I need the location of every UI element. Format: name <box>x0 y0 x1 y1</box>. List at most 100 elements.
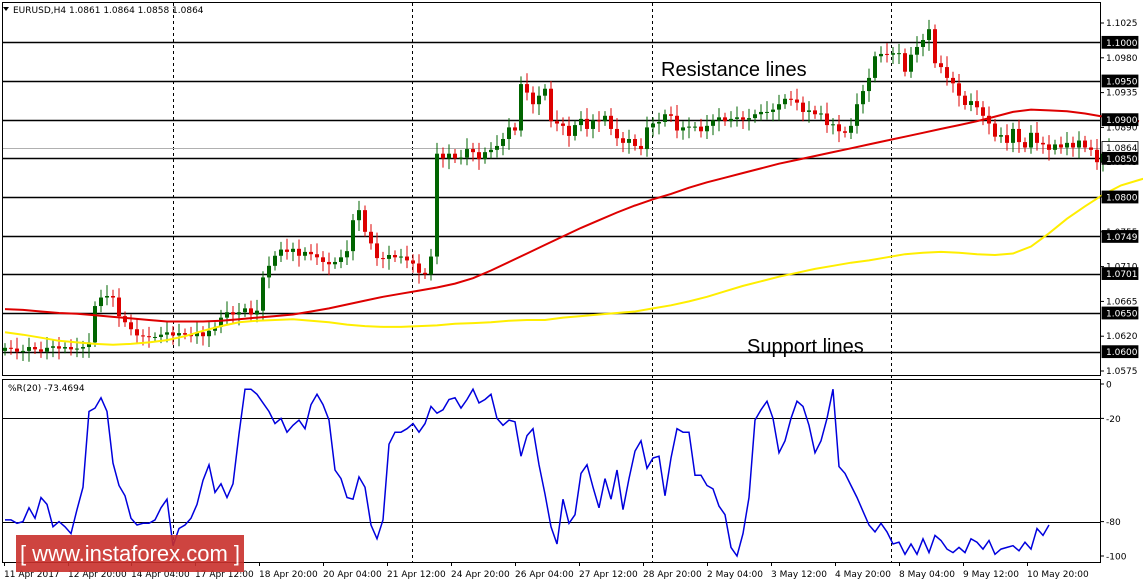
candle-body <box>915 46 919 55</box>
candle-body <box>153 336 157 338</box>
price-tick-label: 1.0665 <box>1106 297 1138 307</box>
candle-body <box>795 99 799 103</box>
time-tick-label: 24 Apr 20:00 <box>451 570 510 580</box>
candle-body <box>3 347 7 351</box>
price-level-label: 1.1000 <box>1106 39 1138 49</box>
candle-body <box>237 312 241 315</box>
candle-body <box>603 115 607 122</box>
candle-body <box>435 153 439 257</box>
candle-body <box>951 77 955 84</box>
candle-body <box>591 120 595 129</box>
candle-body <box>765 111 769 113</box>
candle-body <box>105 295 109 298</box>
candle-body <box>945 67 949 78</box>
candle-body <box>1083 140 1087 148</box>
candle-body <box>777 104 781 110</box>
candle-body <box>273 255 277 266</box>
candle-body <box>471 149 475 153</box>
candle-body <box>381 258 385 260</box>
watermark-logo[interactable]: [ www.instaforex.com ] <box>16 535 244 572</box>
candle-body <box>1035 132 1039 143</box>
price-tick-label: 1.0935 <box>1106 89 1138 99</box>
candle-body <box>387 255 391 259</box>
candle-body <box>669 114 673 116</box>
candle-body <box>807 110 811 112</box>
candle-body <box>615 128 619 139</box>
candle-body <box>597 120 601 122</box>
candle-body <box>165 332 169 335</box>
candle-body <box>819 113 823 115</box>
candle-body <box>573 125 577 136</box>
candle-body <box>147 336 151 338</box>
support-annotation: Support lines <box>747 336 864 358</box>
candle-body <box>993 123 997 137</box>
candle-body <box>51 346 55 348</box>
candle-body <box>333 261 337 265</box>
price-level-label: 1.0850 <box>1106 155 1138 165</box>
candle-body <box>231 312 235 315</box>
candle-body <box>141 335 145 337</box>
candle-body <box>1047 144 1051 150</box>
candle-body <box>699 126 703 132</box>
price-level-label: 1.0950 <box>1106 78 1138 88</box>
time-tick-label: 28 Apr 20:00 <box>643 570 702 580</box>
indicator-tick-label: 0 <box>1106 381 1112 391</box>
candle-body <box>849 125 853 133</box>
time-tick-label: 2 May 04:00 <box>707 570 763 580</box>
candle-body <box>897 53 901 55</box>
candle-body <box>429 256 433 275</box>
symbol-title: EURUSD,H4 1.0861 1.0864 1.0858 1.0864 <box>13 6 204 16</box>
chart-window: 1.10251.09801.09351.08901.08451.08001.07… <box>0 0 1143 585</box>
candle-body <box>873 56 877 78</box>
candle-body <box>243 308 247 313</box>
candle-body <box>1065 142 1069 148</box>
candle-body <box>723 117 727 122</box>
candle-body <box>531 92 535 105</box>
resistance-annotation: Resistance lines <box>661 59 807 81</box>
candle-body <box>63 347 67 349</box>
candle-body <box>225 312 229 318</box>
indicator-title: %R(20) -73.4694 <box>8 384 85 394</box>
candle-body <box>621 138 625 143</box>
candle-body <box>291 248 295 252</box>
candle-body <box>639 145 643 150</box>
candle-body <box>675 115 679 131</box>
candle-body <box>663 114 667 122</box>
candle-body <box>129 322 133 330</box>
candle-body <box>399 256 403 258</box>
candle-body <box>975 101 979 108</box>
candle-body <box>15 348 19 352</box>
candle-body <box>159 334 163 337</box>
candle-body <box>585 118 589 129</box>
candle-body <box>177 333 181 336</box>
candle-body <box>489 149 493 153</box>
candle-body <box>1023 142 1027 148</box>
candle-body <box>921 40 925 47</box>
candle-body <box>963 95 967 105</box>
candle-body <box>459 157 463 159</box>
candle-body <box>789 98 793 100</box>
candle-body <box>351 220 355 252</box>
candle-body <box>495 145 499 150</box>
candle-body <box>45 347 49 352</box>
candle-body <box>1077 140 1081 148</box>
candle-body <box>729 118 733 122</box>
price-level-label: 1.0749 <box>1106 233 1138 243</box>
time-tick-label: 9 May 12:00 <box>963 570 1019 580</box>
time-tick-label: 26 Apr 04:00 <box>515 570 574 580</box>
candle-body <box>813 110 817 115</box>
candle-body <box>1029 132 1033 148</box>
candle-body <box>855 104 859 126</box>
candle-body <box>327 261 331 265</box>
candle-body <box>249 308 253 315</box>
candle-body <box>579 118 583 126</box>
candle-body <box>375 243 379 259</box>
candle-body <box>33 347 37 350</box>
candle-body <box>561 123 565 126</box>
price-level-label: 1.0600 <box>1106 348 1138 358</box>
candle-body <box>303 251 307 256</box>
candle-body <box>645 127 649 150</box>
indicator-tick-label: -100 <box>1106 553 1127 563</box>
candle-body <box>1017 128 1021 143</box>
candle-body <box>69 347 73 350</box>
